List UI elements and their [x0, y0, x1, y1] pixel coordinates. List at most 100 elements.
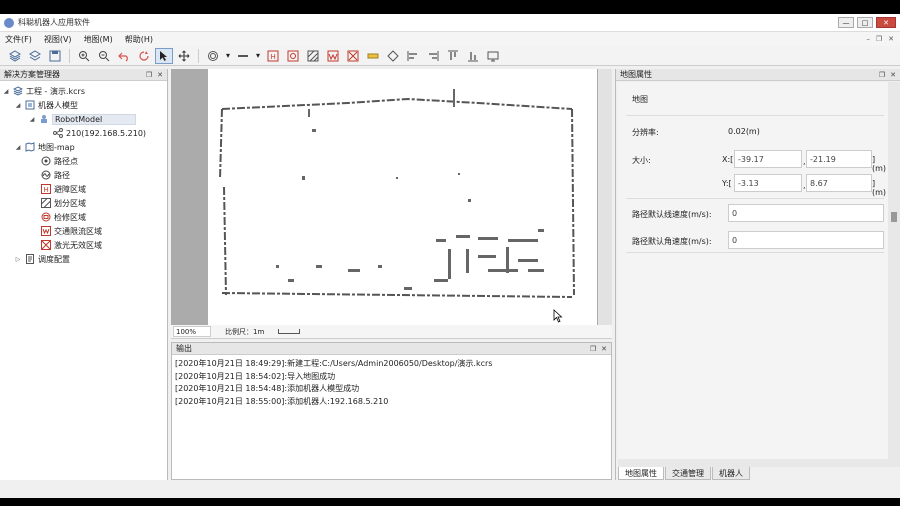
tree-node-robotmodel[interactable]: ◢ RobotModel: [0, 112, 167, 126]
solution-tree: ◢ 工程 - 演示.kcrs ◢ 机器人模型 ◢ RobotModel 210(…: [0, 81, 167, 266]
diamond-icon[interactable]: [384, 48, 402, 64]
layers-add-icon[interactable]: [26, 48, 44, 64]
area-h-icon[interactable]: H: [264, 48, 282, 64]
angular-speed-input[interactable]: 0: [728, 231, 884, 249]
dropdown-arrow-icon[interactable]: ▾: [254, 48, 262, 64]
y-max-input[interactable]: 8.67: [806, 174, 872, 192]
tab-traffic-management[interactable]: 交通管理: [665, 467, 711, 480]
waypoint-icon: [41, 156, 51, 166]
resolution-label: 分辨率:: [632, 128, 659, 137]
area-r-icon[interactable]: [284, 48, 302, 64]
dropdown-arrow-icon[interactable]: ▾: [224, 48, 232, 64]
align-center-icon[interactable]: [424, 48, 442, 64]
output-log: [2020年10月21日 18:49:29]:新建工程:C:/Users/Adm…: [172, 355, 611, 411]
title-bar: 科聪机器人应用软件 — □ ✕: [0, 14, 900, 32]
x-range-label: X:[: [722, 155, 734, 164]
close-pane-icon[interactable]: ✕: [601, 345, 607, 353]
zoom-level[interactable]: 100%: [173, 326, 211, 337]
x-max-input[interactable]: -21.19: [806, 150, 872, 168]
tree-node-robot-ip[interactable]: 210(192.168.5.210): [0, 126, 167, 140]
robot-icon: [39, 114, 49, 124]
menu-help[interactable]: 帮助(H): [125, 34, 153, 45]
menu-map[interactable]: 地图(M): [84, 34, 113, 45]
resolution-value: 0.02(m): [728, 127, 760, 136]
section-title: 地图: [632, 95, 648, 104]
tree-node-obstacle-area[interactable]: H 避障区域: [0, 182, 167, 196]
expand-arrow-icon[interactable]: ◢: [14, 102, 22, 109]
tree-node-project[interactable]: ◢ 工程 - 演示.kcrs: [0, 84, 167, 98]
ruler-icon[interactable]: [364, 48, 382, 64]
tree-node-partition-area[interactable]: 划分区域: [0, 196, 167, 210]
log-line: [2020年10月21日 18:54:02]:导入地图成功: [175, 371, 336, 381]
mdi-restore-icon[interactable]: ❐: [876, 35, 882, 43]
mdi-close-icon[interactable]: ✕: [888, 35, 894, 43]
select-cursor-icon[interactable]: [155, 47, 173, 64]
tab-robot[interactable]: 机器人: [712, 467, 750, 480]
properties-horizontal-scrollbar[interactable]: [618, 459, 888, 467]
tree-node-map[interactable]: ◢ 地图-map: [0, 140, 167, 154]
app-window: 科聪机器人应用软件 — □ ✕ 文件(F) 视图(V) 地图(M) 帮助(H) …: [0, 14, 900, 498]
tree-node-traffic-area[interactable]: 交通限流区域: [0, 224, 167, 238]
float-icon[interactable]: ❐: [146, 71, 152, 79]
align-middle-icon[interactable]: [464, 48, 482, 64]
minimize-button[interactable]: —: [838, 17, 854, 28]
menu-view[interactable]: 视图(V): [44, 34, 72, 45]
ring-icon[interactable]: [204, 48, 222, 64]
layers-icon[interactable]: [6, 48, 24, 64]
float-icon[interactable]: ❐: [879, 71, 885, 79]
properties-vertical-scrollbar[interactable]: [888, 82, 900, 467]
map-properties-title: 地图属性: [620, 70, 652, 79]
close-button[interactable]: ✕: [876, 17, 896, 28]
x-min-input[interactable]: -39.17: [734, 150, 802, 168]
app-logo-icon: [4, 17, 14, 28]
undo-icon[interactable]: [115, 48, 133, 64]
redo-icon[interactable]: [135, 48, 153, 64]
expand-arrow-icon[interactable]: ◢: [28, 116, 36, 123]
line-speed-input[interactable]: 0: [728, 204, 884, 222]
map-canvas[interactable]: [171, 69, 612, 325]
area-x-icon[interactable]: [344, 48, 362, 64]
area-w-icon[interactable]: [324, 48, 342, 64]
save-icon[interactable]: [46, 48, 64, 64]
map-drawing-area[interactable]: [208, 69, 597, 325]
tab-map-properties[interactable]: 地图属性: [618, 467, 664, 480]
solution-explorer-header: 解决方案管理器 ❐ ✕: [0, 69, 167, 81]
close-pane-icon[interactable]: ✕: [890, 71, 896, 79]
line-icon[interactable]: [234, 48, 252, 64]
tree-node-robot-model[interactable]: ◢ 机器人模型: [0, 98, 167, 112]
close-pane-icon[interactable]: ✕: [157, 71, 163, 79]
maximize-button[interactable]: □: [857, 17, 873, 28]
align-top-icon[interactable]: [444, 48, 462, 64]
y-min-input[interactable]: -3.13: [734, 174, 802, 192]
tree-node-path[interactable]: 路径: [0, 168, 167, 182]
tree-node-dispatch[interactable]: ▷ 调度配置: [0, 252, 167, 266]
tree-node-waypoint[interactable]: 路径点: [0, 154, 167, 168]
zoom-out-icon[interactable]: [95, 48, 113, 64]
svg-text:H: H: [44, 186, 49, 194]
x-unit: ](m): [872, 155, 887, 173]
partition-area-icon: [41, 198, 51, 208]
move-icon[interactable]: [175, 48, 193, 64]
expand-arrow-icon[interactable]: ◢: [14, 144, 22, 151]
mdi-minimize-icon[interactable]: –: [866, 35, 870, 43]
expand-arrow-icon[interactable]: ◢: [2, 88, 10, 95]
size-label: 大小:: [632, 156, 651, 165]
monitor-icon[interactable]: [484, 48, 502, 64]
collapse-arrow-icon[interactable]: ▷: [14, 256, 22, 263]
area-hatch-icon[interactable]: [304, 48, 322, 64]
map-properties-panel: 地图属性 ❐ ✕ 地图 分辨率: 0.02(m) 大小: X:[ -39.17 ,…: [615, 69, 900, 480]
align-left-icon[interactable]: [404, 48, 422, 64]
float-icon[interactable]: ❐: [590, 345, 596, 353]
path-icon: [41, 170, 51, 180]
scale-bar: [278, 329, 301, 334]
zoom-in-icon[interactable]: [75, 48, 93, 64]
laser-invalid-area-icon: [41, 240, 51, 250]
obstacle-area-icon: H: [41, 184, 51, 194]
canvas-vertical-scrollbar[interactable]: [598, 69, 612, 325]
tree-node-maintenance-area[interactable]: 检修区域: [0, 210, 167, 224]
tree-node-laser-invalid-area[interactable]: 激光无效区域: [0, 238, 167, 252]
toolbar: ▾ ▾ H: [0, 46, 900, 66]
right-panel-tabs: 地图属性 交通管理 机器人: [618, 467, 751, 480]
menu-file[interactable]: 文件(F): [5, 34, 32, 45]
log-line: [2020年10月21日 18:54:48]:添加机器人模型成功: [175, 384, 360, 393]
